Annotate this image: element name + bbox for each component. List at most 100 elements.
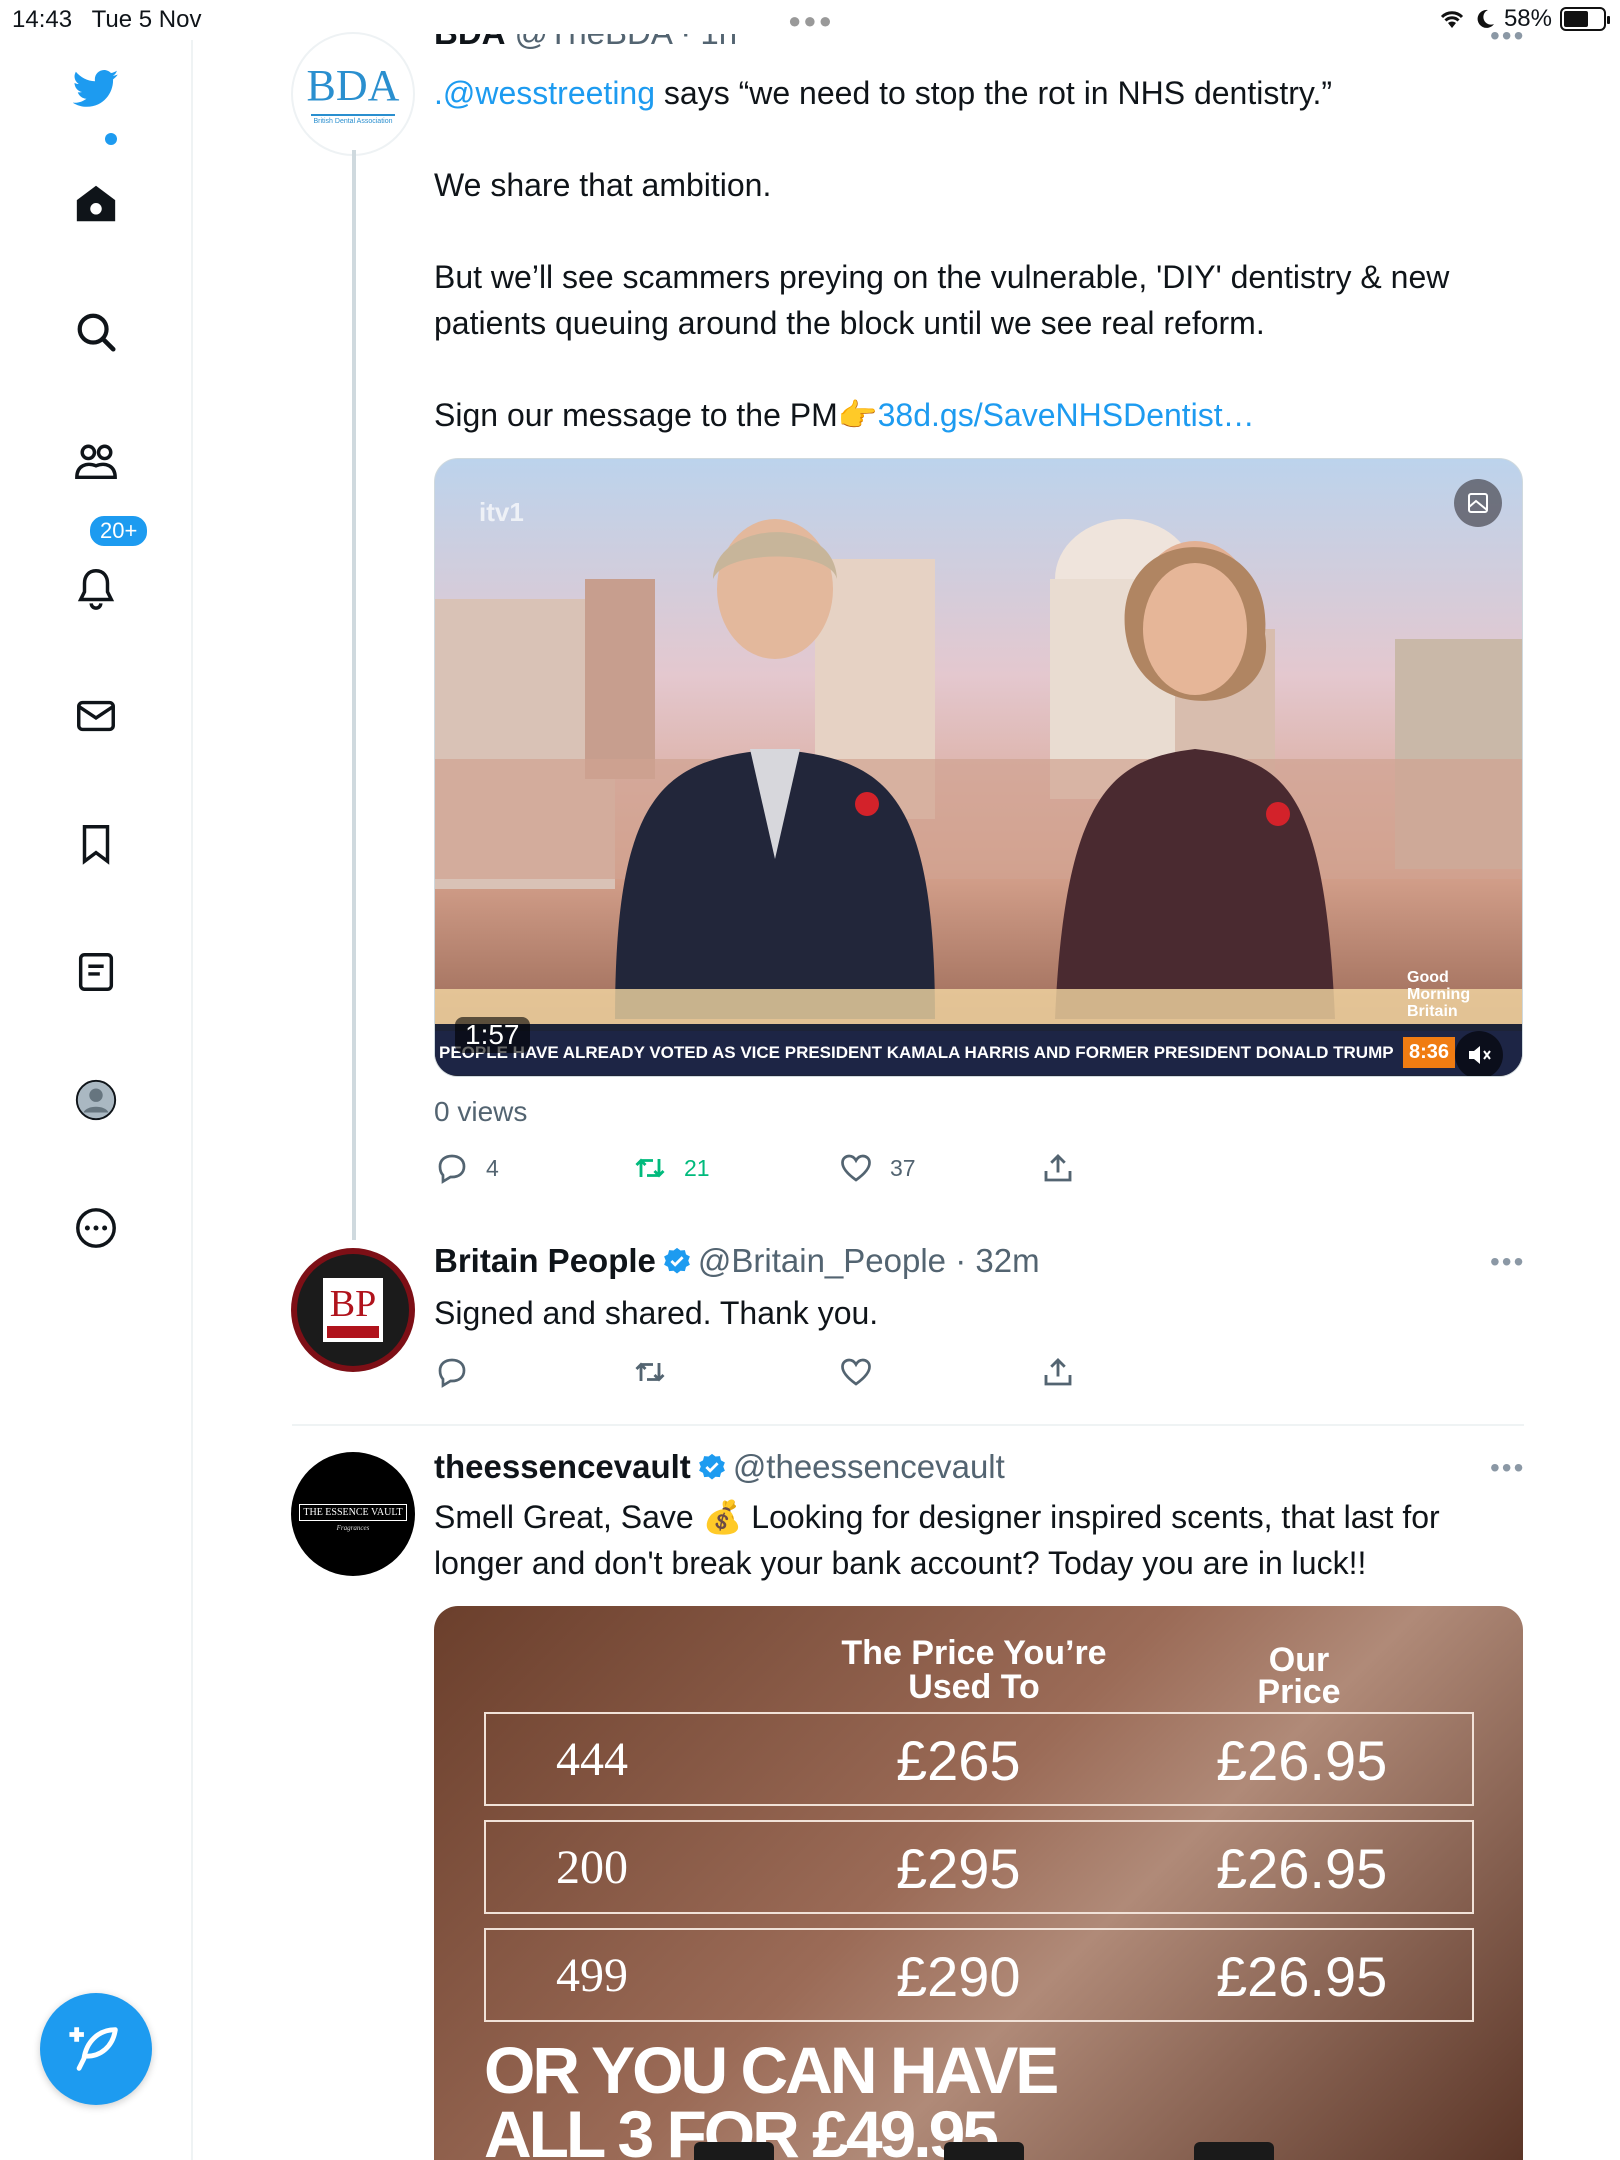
tweet1-video[interactable]: itv1 PEOPLE HAVE ALREADY VOTED AS VICE P… (434, 458, 1523, 1077)
tweet1-like-button[interactable]: 37 (838, 1150, 916, 1186)
ad-perfume-bottle (694, 2142, 774, 2160)
wifi-icon (1440, 11, 1464, 28)
ad-new-price: £26.95 (1216, 1729, 1388, 1792)
tweet1-mention-link[interactable]: .@wesstreeting (434, 75, 655, 111)
tweet2-text: Signed and shared. Thank you. (434, 1295, 879, 1331)
lists-icon[interactable] (70, 946, 122, 998)
tweet3-author-name[interactable]: theessencevault (434, 1448, 691, 1485)
tweet3-text-part1: Smell Great, Save (434, 1499, 703, 1535)
tweet1-reply-count: 4 (486, 1154, 499, 1181)
status-time: 14:43 Tue 5 Nov (12, 6, 202, 33)
ad-promo-line1: OR YOU CAN HAVE (484, 2033, 1059, 2107)
tweet1-view-count: 0 views (434, 1096, 528, 1127)
tweet2-author-row[interactable]: Britain People @Britain_People · 32m (434, 1242, 1040, 1280)
tweet1-retweet-button[interactable]: 21 (632, 1150, 710, 1186)
tweet2-more-icon[interactable]: ••• (1490, 1246, 1525, 1278)
tweet1-reply-button[interactable]: 4 (434, 1150, 499, 1186)
tweet2-reply-button[interactable] (434, 1354, 470, 1390)
video-mute-button[interactable] (1455, 1031, 1503, 1076)
tweet2-author-name[interactable]: Britain People (434, 1242, 656, 1279)
ad-new-price: £26.95 (1216, 1945, 1388, 2008)
tweet1-text: .@wesstreeting says “we need to stop the… (434, 70, 1524, 438)
video-channel-logo: itv1 (479, 497, 524, 527)
ad-old-price: £265 (896, 1729, 1021, 1792)
ad-product-name: 499 (556, 1949, 628, 2002)
tweet1-actions: 4 21 37 (434, 1150, 1094, 1190)
tweet2-like-button[interactable] (838, 1354, 874, 1390)
compose-feather-icon (69, 2027, 118, 2071)
bda-avatar-logo-text: BDA (306, 61, 400, 110)
tweet2-actions (434, 1354, 1094, 1394)
video-sensitive-content-icon[interactable] (1454, 479, 1502, 527)
status-bar: 14:43 Tue 5 Nov ●●● 58% (0, 0, 1620, 40)
tweet1-line2: We share that ambition. (434, 167, 772, 203)
tweet3-more-icon[interactable]: ••• (1490, 1452, 1525, 1484)
share-icon (1044, 1357, 1072, 1386)
video-news-ticker: PEOPLE HAVE ALREADY VOTED AS VICE PRESID… (435, 1031, 1522, 1075)
communities-icon[interactable] (70, 436, 122, 488)
ad-old-price: £290 (896, 1945, 1021, 2008)
money-bag-emoji: 💰 (702, 1499, 743, 1535)
tweet1-retweet-count: 21 (684, 1154, 710, 1181)
essence-vault-avatar-subtext: Fragrances (336, 1524, 370, 1532)
essence-vault-avatar[interactable]: THE ESSENCE VAULT Fragrances (291, 1452, 415, 1576)
tweet1-share-button[interactable] (1040, 1150, 1076, 1186)
heart-icon (841, 1358, 871, 1386)
tweet3-text: Smell Great, Save 💰 Looking for designer… (434, 1494, 1524, 1586)
ad-column-header-old-price: The Price You’re Used To (841, 1634, 1107, 1706)
tweet3-author-handle[interactable]: @theessencevault (733, 1448, 1005, 1485)
reply-icon (438, 1154, 466, 1184)
speaker-muted-icon (1469, 1046, 1491, 1064)
home-unread-dot (105, 133, 117, 145)
reply-icon (438, 1358, 466, 1388)
share-icon (1044, 1153, 1072, 1182)
notifications-badge: 20+ (88, 514, 150, 548)
tweet2-retweet-button[interactable] (632, 1354, 668, 1390)
search-icon[interactable] (70, 306, 122, 358)
ad-price-row: 444 £265 £26.95 (484, 1712, 1474, 1806)
ad-perfume-bottle (944, 2142, 1024, 2160)
ad-price-row: 499 £290 £26.95 (484, 1928, 1474, 2022)
tweet1-like-count: 37 (890, 1154, 916, 1181)
twitter-logo-icon[interactable] (70, 62, 122, 114)
home-icon[interactable] (70, 178, 122, 230)
tweet3-author-row[interactable]: theessencevault @theessencevault (434, 1448, 1005, 1486)
more-options-icon[interactable] (70, 1202, 122, 1254)
profile-avatar-icon[interactable] (70, 1074, 122, 1126)
ad-price-row: 200 £295 £26.95 (484, 1820, 1474, 1914)
verified-badge-icon (664, 1247, 690, 1274)
britain-people-avatar-text: BP (329, 1283, 377, 1325)
notifications-bell-icon[interactable] (70, 562, 122, 614)
britain-people-avatar[interactable]: BP (291, 1248, 415, 1372)
heart-icon (841, 1154, 871, 1182)
multitasking-dots-icon[interactable]: ●●● (788, 8, 834, 34)
tweet2-share-button[interactable] (1040, 1354, 1076, 1390)
tweet3-ad-image[interactable]: The Price You’re Used To Our Price 444 £… (434, 1606, 1523, 2160)
bda-avatar-subtext: British Dental Association (313, 118, 393, 125)
bookmark-icon[interactable] (70, 818, 122, 870)
verified-badge-icon (698, 1453, 725, 1480)
essence-vault-avatar-text: THE ESSENCE VAULT (299, 1504, 407, 1521)
thread-connector-line (352, 150, 356, 1240)
video-frame-illustration (435, 519, 1522, 1076)
bda-avatar-rule (311, 114, 395, 116)
retweet-icon (635, 1158, 665, 1178)
bda-avatar[interactable]: BDA British Dental Association (291, 32, 415, 156)
ad-product-name: 444 (556, 1733, 628, 1786)
retweet-icon (635, 1362, 665, 1382)
ad-old-price: £295 (896, 1837, 1021, 1900)
moon-icon (1477, 9, 1494, 28)
battery-percent: 58% (1503, 5, 1552, 32)
compose-tweet-button[interactable] (40, 1993, 152, 2105)
tweet-divider (292, 1424, 1524, 1426)
tweet2-author-handle[interactable]: @Britain_People · 32m (698, 1242, 1040, 1279)
tweet1-petition-link[interactable]: 38d.gs/SaveNHSDentist… (878, 397, 1255, 433)
messages-envelope-icon[interactable] (70, 690, 122, 742)
video-show-logo: Good Morning Britain (1407, 969, 1471, 1020)
tweet1-line4: Sign our message to the PM👉 (434, 397, 878, 433)
ad-perfume-bottle (1194, 2142, 1274, 2160)
tweet1-line3: But we’ll see scammers preying on the vu… (434, 259, 1450, 341)
video-duration: 1:57 (455, 1017, 530, 1053)
ad-new-price: £26.95 (1216, 1837, 1388, 1900)
tweet1-line1: says “we need to stop the rot in NHS den… (655, 75, 1333, 111)
